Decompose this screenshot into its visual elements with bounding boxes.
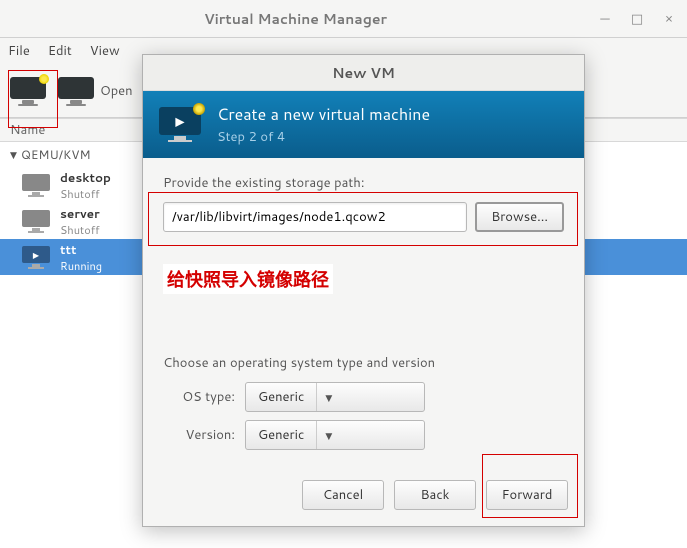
banner-title: Create a new virtual machine [217,103,430,126]
vm-name: desktop [60,169,111,186]
version-value: Generic [246,426,316,444]
cancel-button[interactable]: Cancel [302,480,384,510]
chevron-down-icon: ▼ [316,383,340,411]
os-type-combo[interactable]: Generic ▼ [245,382,425,412]
vm-name: server [60,205,100,222]
menu-edit[interactable]: Edit [48,42,72,60]
open-vm-button[interactable]: Open [58,77,133,105]
create-vm-icon [159,107,201,142]
monitor-icon [58,77,94,105]
back-button[interactable]: Back [394,480,476,510]
dialog-title: New VM [143,55,584,91]
version-combo[interactable]: Generic ▼ [245,420,425,450]
vm-running-icon [22,246,50,268]
version-label: Version: [163,426,235,444]
expand-triangle-icon: ▼ [10,148,17,161]
new-vm-icon [10,77,46,105]
menu-view[interactable]: View [90,42,120,60]
new-vm-dialog: New VM Create a new virtual machine Step… [142,54,585,527]
storage-path-label: Provide the existing storage path: [163,174,564,192]
storage-path-input[interactable] [163,202,467,232]
main-window-titlebar: Virtual Machine Manager － □ × [0,0,687,38]
new-vm-button[interactable] [10,77,46,105]
vm-off-icon [22,174,50,196]
vm-state: Shutoff [60,222,100,238]
dialog-banner: Create a new virtual machine Step 2 of 4 [143,91,584,158]
open-label: Open [100,82,133,100]
close-button[interactable]: × [659,9,679,29]
os-type-label: OS type: [163,388,235,406]
chevron-down-icon: ▼ [316,421,340,449]
menu-file[interactable]: File [8,42,30,60]
minimize-button[interactable]: － [595,9,615,29]
os-type-value: Generic [246,388,316,406]
forward-button[interactable]: Forward [486,480,568,510]
dialog-footer: Cancel Back Forward [143,468,584,526]
vm-name: ttt [60,241,102,258]
vm-off-icon [22,210,50,232]
maximize-button[interactable]: □ [627,9,647,29]
window-title: Virtual Machine Manager [8,9,583,29]
vm-state: Shutoff [60,186,111,202]
annotation-text: 给快照导入镜像路径 [163,264,333,294]
os-section-label: Choose an operating system type and vers… [163,354,564,372]
vm-state: Running [60,258,102,274]
group-label: QEMU/KVM [21,146,91,163]
banner-step: Step 2 of 4 [217,128,430,146]
browse-button[interactable]: Browse... [475,202,564,232]
